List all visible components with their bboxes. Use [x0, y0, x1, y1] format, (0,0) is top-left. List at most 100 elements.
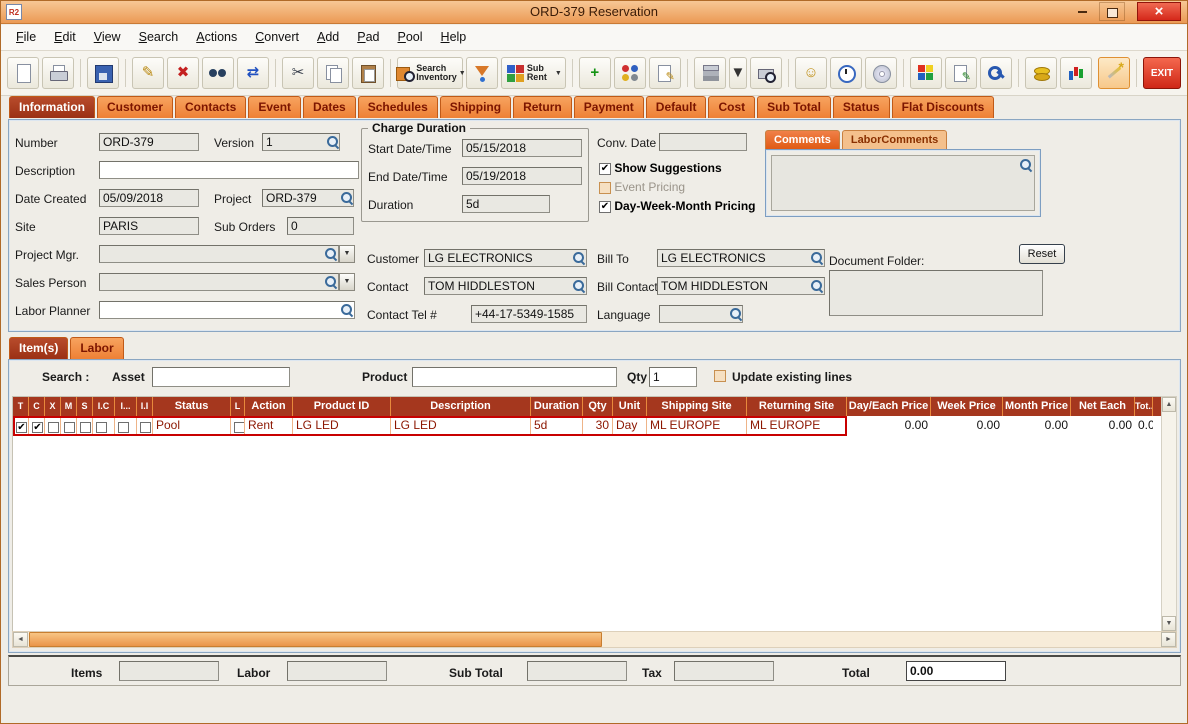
row-flag-cell-ii[interactable] [137, 416, 153, 436]
column-header-x[interactable]: X [45, 397, 61, 416]
toolbar-button-wand[interactable] [1098, 57, 1130, 89]
comments-lookup-icon[interactable] [1019, 158, 1032, 171]
row-flag-cell-c[interactable] [29, 416, 45, 436]
column-header-duration[interactable]: Duration [531, 397, 583, 416]
number-field[interactable]: ORD-379 [99, 133, 199, 151]
row-checkbox[interactable] [16, 421, 27, 433]
toolbar-button-save[interactable] [87, 57, 119, 89]
cell-day_each_price[interactable]: 0.00 [847, 416, 931, 436]
toolbar-button-cut[interactable]: ✂ [282, 57, 314, 89]
bill-to-lookup-icon[interactable] [810, 251, 823, 264]
toolbar-button-key[interactable] [980, 57, 1012, 89]
scroll-right-button[interactable] [1161, 632, 1176, 647]
column-header-returningsite[interactable]: Returning Site [747, 397, 847, 416]
date-created-field[interactable]: 05/09/2018 [99, 189, 199, 207]
cell-qty[interactable]: 30 [583, 416, 613, 436]
version-lookup-icon[interactable] [326, 135, 339, 148]
toolbar-button-new-document[interactable] [7, 57, 39, 89]
scroll-up-button[interactable] [1162, 397, 1176, 412]
tab-status[interactable]: Status [832, 96, 890, 118]
column-header-monthprice[interactable]: Month Price [1003, 397, 1071, 416]
column-header-neteach[interactable]: Net Each [1071, 397, 1135, 416]
tab-shipping[interactable]: Shipping [439, 96, 512, 118]
project-mgr-lookup-icon[interactable] [324, 247, 337, 260]
toolbar-button-coins[interactable] [1025, 57, 1057, 89]
menu-convert[interactable]: Convert [246, 29, 308, 45]
project-mgr-dropdown-button[interactable] [339, 245, 355, 263]
toolbar-button-copy[interactable] [317, 57, 349, 89]
toolbar-button-note-edit[interactable] [945, 57, 977, 89]
toolbar-button-print-preview[interactable] [750, 57, 782, 89]
asset-input[interactable] [152, 367, 290, 387]
minimize-button[interactable] [1069, 2, 1095, 21]
site-field[interactable]: PARIS [99, 217, 199, 235]
items-table-row[interactable]: PoolRentLG LEDLG LED5d30DayML EUROPEML E… [13, 416, 1161, 436]
column-header-status[interactable]: Status [153, 397, 231, 416]
qty-input[interactable]: 1 [649, 367, 697, 387]
toolbar-button-add[interactable]: + [578, 57, 611, 89]
cell-product_id[interactable]: LG LED [293, 416, 391, 436]
sales-person-lookup-icon[interactable] [324, 275, 337, 288]
contact-lookup-icon[interactable] [572, 279, 585, 292]
row-flag-cell-x[interactable] [45, 416, 61, 436]
sales-person-dropdown-button[interactable] [339, 273, 355, 291]
column-header-dayeachprice[interactable]: Day/Each Price [847, 397, 931, 416]
toolbar-button-edit[interactable]: ✎ [132, 57, 164, 89]
event-pricing-checkbox[interactable] [599, 181, 611, 194]
row-checkbox[interactable] [118, 421, 129, 433]
toolbar-button-paste[interactable] [352, 57, 384, 89]
scroll-left-button[interactable] [13, 632, 28, 647]
column-header-shippingsite[interactable]: Shipping Site [647, 397, 747, 416]
vertical-scrollbar[interactable] [1161, 396, 1177, 632]
cell-duration[interactable]: 5d [531, 416, 583, 436]
tab-information[interactable]: Information [9, 96, 95, 118]
bill-to-field[interactable]: LG ELECTRONICS [657, 249, 825, 267]
toolbar-button-edit-note[interactable] [648, 57, 681, 89]
customer-field[interactable]: LG ELECTRONICS [424, 249, 587, 267]
row-flag-cell-s[interactable] [77, 416, 93, 436]
tab-sub-total[interactable]: Sub Total [757, 96, 831, 118]
dwm-pricing-checkbox[interactable] [599, 200, 611, 213]
document-folder-field[interactable] [829, 270, 1043, 316]
sales-person-field[interactable] [99, 273, 339, 291]
column-header-m[interactable]: M [61, 397, 77, 416]
comments-text-area[interactable] [771, 155, 1035, 211]
conv-date-field[interactable] [659, 133, 747, 151]
menu-edit[interactable]: Edit [45, 29, 85, 45]
project-lookup-icon[interactable] [340, 191, 353, 204]
row-checkbox[interactable] [80, 421, 91, 433]
tab-comments[interactable]: Comments [765, 130, 840, 149]
menu-pad[interactable]: Pad [348, 29, 388, 45]
column-header-i[interactable]: I... [115, 397, 137, 416]
tab-dates[interactable]: Dates [303, 96, 356, 118]
tab-customer[interactable]: Customer [97, 96, 174, 118]
column-header-ic[interactable]: I.C [93, 397, 115, 416]
toolbar-button-delete[interactable]: ✖ [167, 57, 199, 89]
contact-tel-field[interactable]: +44-17-5349-1585 [471, 305, 587, 323]
toolbar-button-groups[interactable] [613, 57, 646, 89]
tab-payment[interactable]: Payment [573, 96, 644, 118]
column-header-qty[interactable]: Qty [583, 397, 613, 416]
close-button[interactable] [1137, 2, 1181, 21]
row-checkbox[interactable] [64, 421, 75, 433]
row-checkbox[interactable] [96, 421, 107, 433]
cell-shipping_site[interactable]: ML EUROPE [647, 416, 747, 436]
toolbar-button-chart[interactable] [1060, 57, 1092, 89]
column-header-l[interactable]: L [231, 397, 245, 416]
horizontal-scrollbar[interactable] [12, 631, 1177, 648]
description-field[interactable] [99, 161, 359, 179]
row-flag-cell-ic[interactable] [93, 416, 115, 436]
update-existing-lines-checkbox[interactable] [714, 370, 726, 382]
labor-planner-lookup-icon[interactable] [340, 303, 353, 316]
cell-tot[interactable]: 0.00 [1135, 416, 1153, 436]
cell-status[interactable]: Pool [153, 416, 231, 436]
cell-net_each[interactable]: 0.00 [1071, 416, 1135, 436]
column-header-ii[interactable]: I.I [137, 397, 153, 416]
toolbar-button-find[interactable] [202, 57, 234, 89]
toolbar-button-exit[interactable]: EXIT [1143, 57, 1181, 89]
bill-contact-field[interactable]: TOM HIDDLESTON [657, 277, 825, 295]
menu-actions[interactable]: Actions [187, 29, 246, 45]
labor-planner-field[interactable] [99, 301, 355, 319]
column-header-action[interactable]: Action [245, 397, 293, 416]
show-suggestions-checkbox[interactable] [599, 162, 611, 175]
